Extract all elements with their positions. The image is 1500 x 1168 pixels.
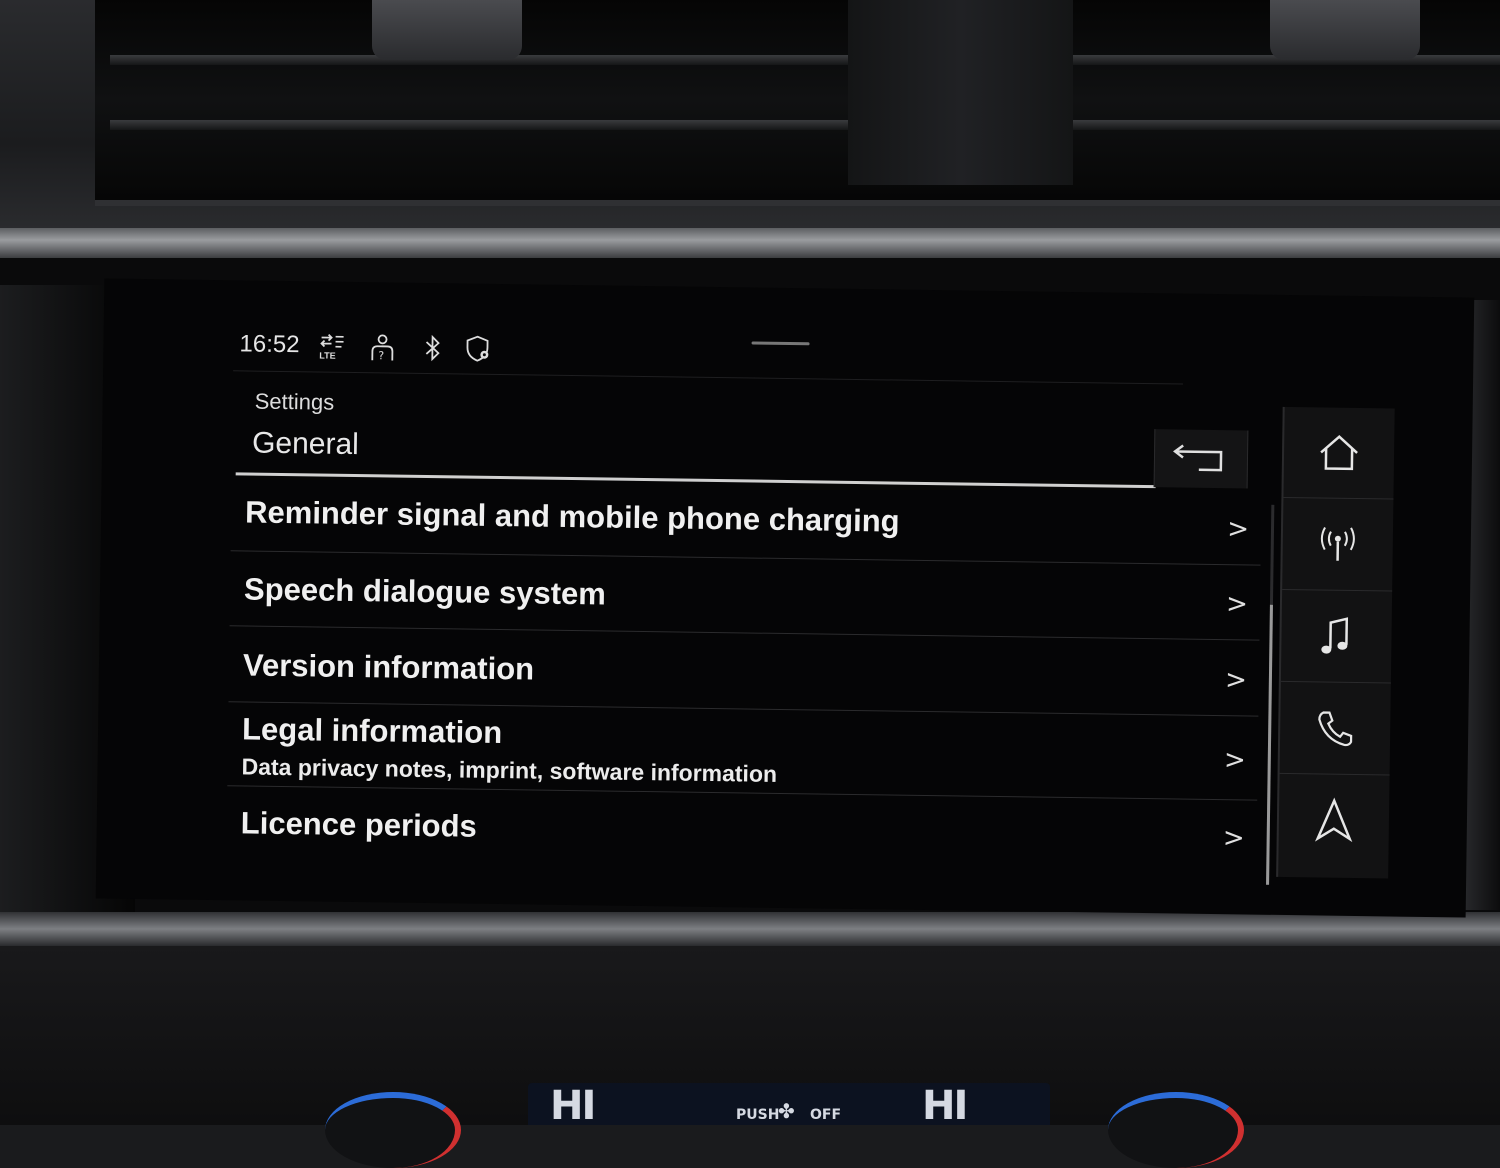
breadcrumb: Settings [254, 388, 335, 415]
menu-item-version-information[interactable]: Version information > [228, 629, 1260, 717]
drag-handle[interactable] [751, 341, 810, 346]
status-bar: 16:52 LTE ? [233, 320, 1184, 385]
menu-item-speech-dialogue[interactable]: Speech dialogue system > [229, 553, 1261, 641]
menu-item-legal-information[interactable]: Legal information Data privacy notes, im… [227, 705, 1259, 801]
side-navigation [1276, 406, 1395, 879]
nav-navigation-button[interactable] [1278, 775, 1389, 867]
dashboard-trim [0, 228, 1500, 258]
navigation-icon [1314, 797, 1353, 843]
menu-item-label: Reminder signal and mobile phone chargin… [244, 494, 900, 539]
menu-item-licence-periods[interactable]: Licence periods > [226, 787, 1257, 873]
back-button[interactable] [1153, 429, 1249, 489]
scrollbar-thumb[interactable] [1266, 604, 1273, 885]
push-label: PUSH [736, 1107, 780, 1123]
fan-icon: ✤ [778, 1099, 795, 1123]
svg-text:LTE: LTE [319, 350, 335, 360]
climate-knob-left[interactable] [325, 1092, 461, 1168]
person-help-icon: ? [367, 332, 397, 362]
phone-icon [1318, 711, 1353, 747]
vent-knob[interactable] [1270, 0, 1420, 60]
radio-icon [1320, 527, 1355, 561]
off-label: OFF [810, 1107, 842, 1123]
vent-divider [848, 0, 1073, 185]
location-shield-icon [463, 333, 493, 363]
menu-item-sublabel: Data privacy notes, imprint, software in… [241, 753, 778, 787]
vent-slat [110, 120, 1500, 130]
chevron-right-icon: > [1226, 514, 1250, 545]
nav-home-button[interactable] [1283, 406, 1395, 500]
right-temperature: HI [922, 1083, 968, 1129]
nav-radio-button[interactable] [1282, 498, 1394, 592]
nav-phone-button[interactable] [1279, 682, 1391, 776]
chevron-right-icon: > [1224, 665, 1248, 696]
home-icon [1320, 435, 1358, 471]
lte-data-icon: LTE [317, 331, 347, 361]
back-arrow-icon [1173, 444, 1223, 472]
infotainment-screen: 16:52 LTE ? Settings General Reminder si… [95, 278, 1475, 918]
chevron-right-icon: > [1225, 589, 1249, 620]
menu-item-label: Legal information [241, 711, 503, 751]
chevron-right-icon: > [1222, 823, 1245, 854]
music-icon [1321, 617, 1349, 654]
page-title: General [251, 426, 360, 462]
menu-item-label: Version information [242, 647, 535, 687]
svg-text:?: ? [378, 349, 384, 362]
clock: 16:52 [239, 330, 300, 359]
menu-item-label: Licence periods [240, 805, 478, 844]
scrollbar[interactable] [1266, 504, 1275, 885]
vent-knob[interactable] [372, 0, 522, 60]
climate-display: HI PUSH ✤ OFF HI [528, 1083, 1050, 1129]
left-temperature: HI [550, 1083, 596, 1129]
bluetooth-icon [417, 333, 447, 363]
dashboard-trim-bottom [0, 912, 1500, 946]
chevron-right-icon: > [1223, 745, 1246, 776]
climate-knob-right[interactable] [1108, 1092, 1244, 1168]
menu-item-reminder-signal[interactable]: Reminder signal and mobile phone chargin… [230, 478, 1262, 566]
nav-music-button[interactable] [1280, 590, 1393, 684]
menu-item-label: Speech dialogue system [243, 571, 607, 612]
